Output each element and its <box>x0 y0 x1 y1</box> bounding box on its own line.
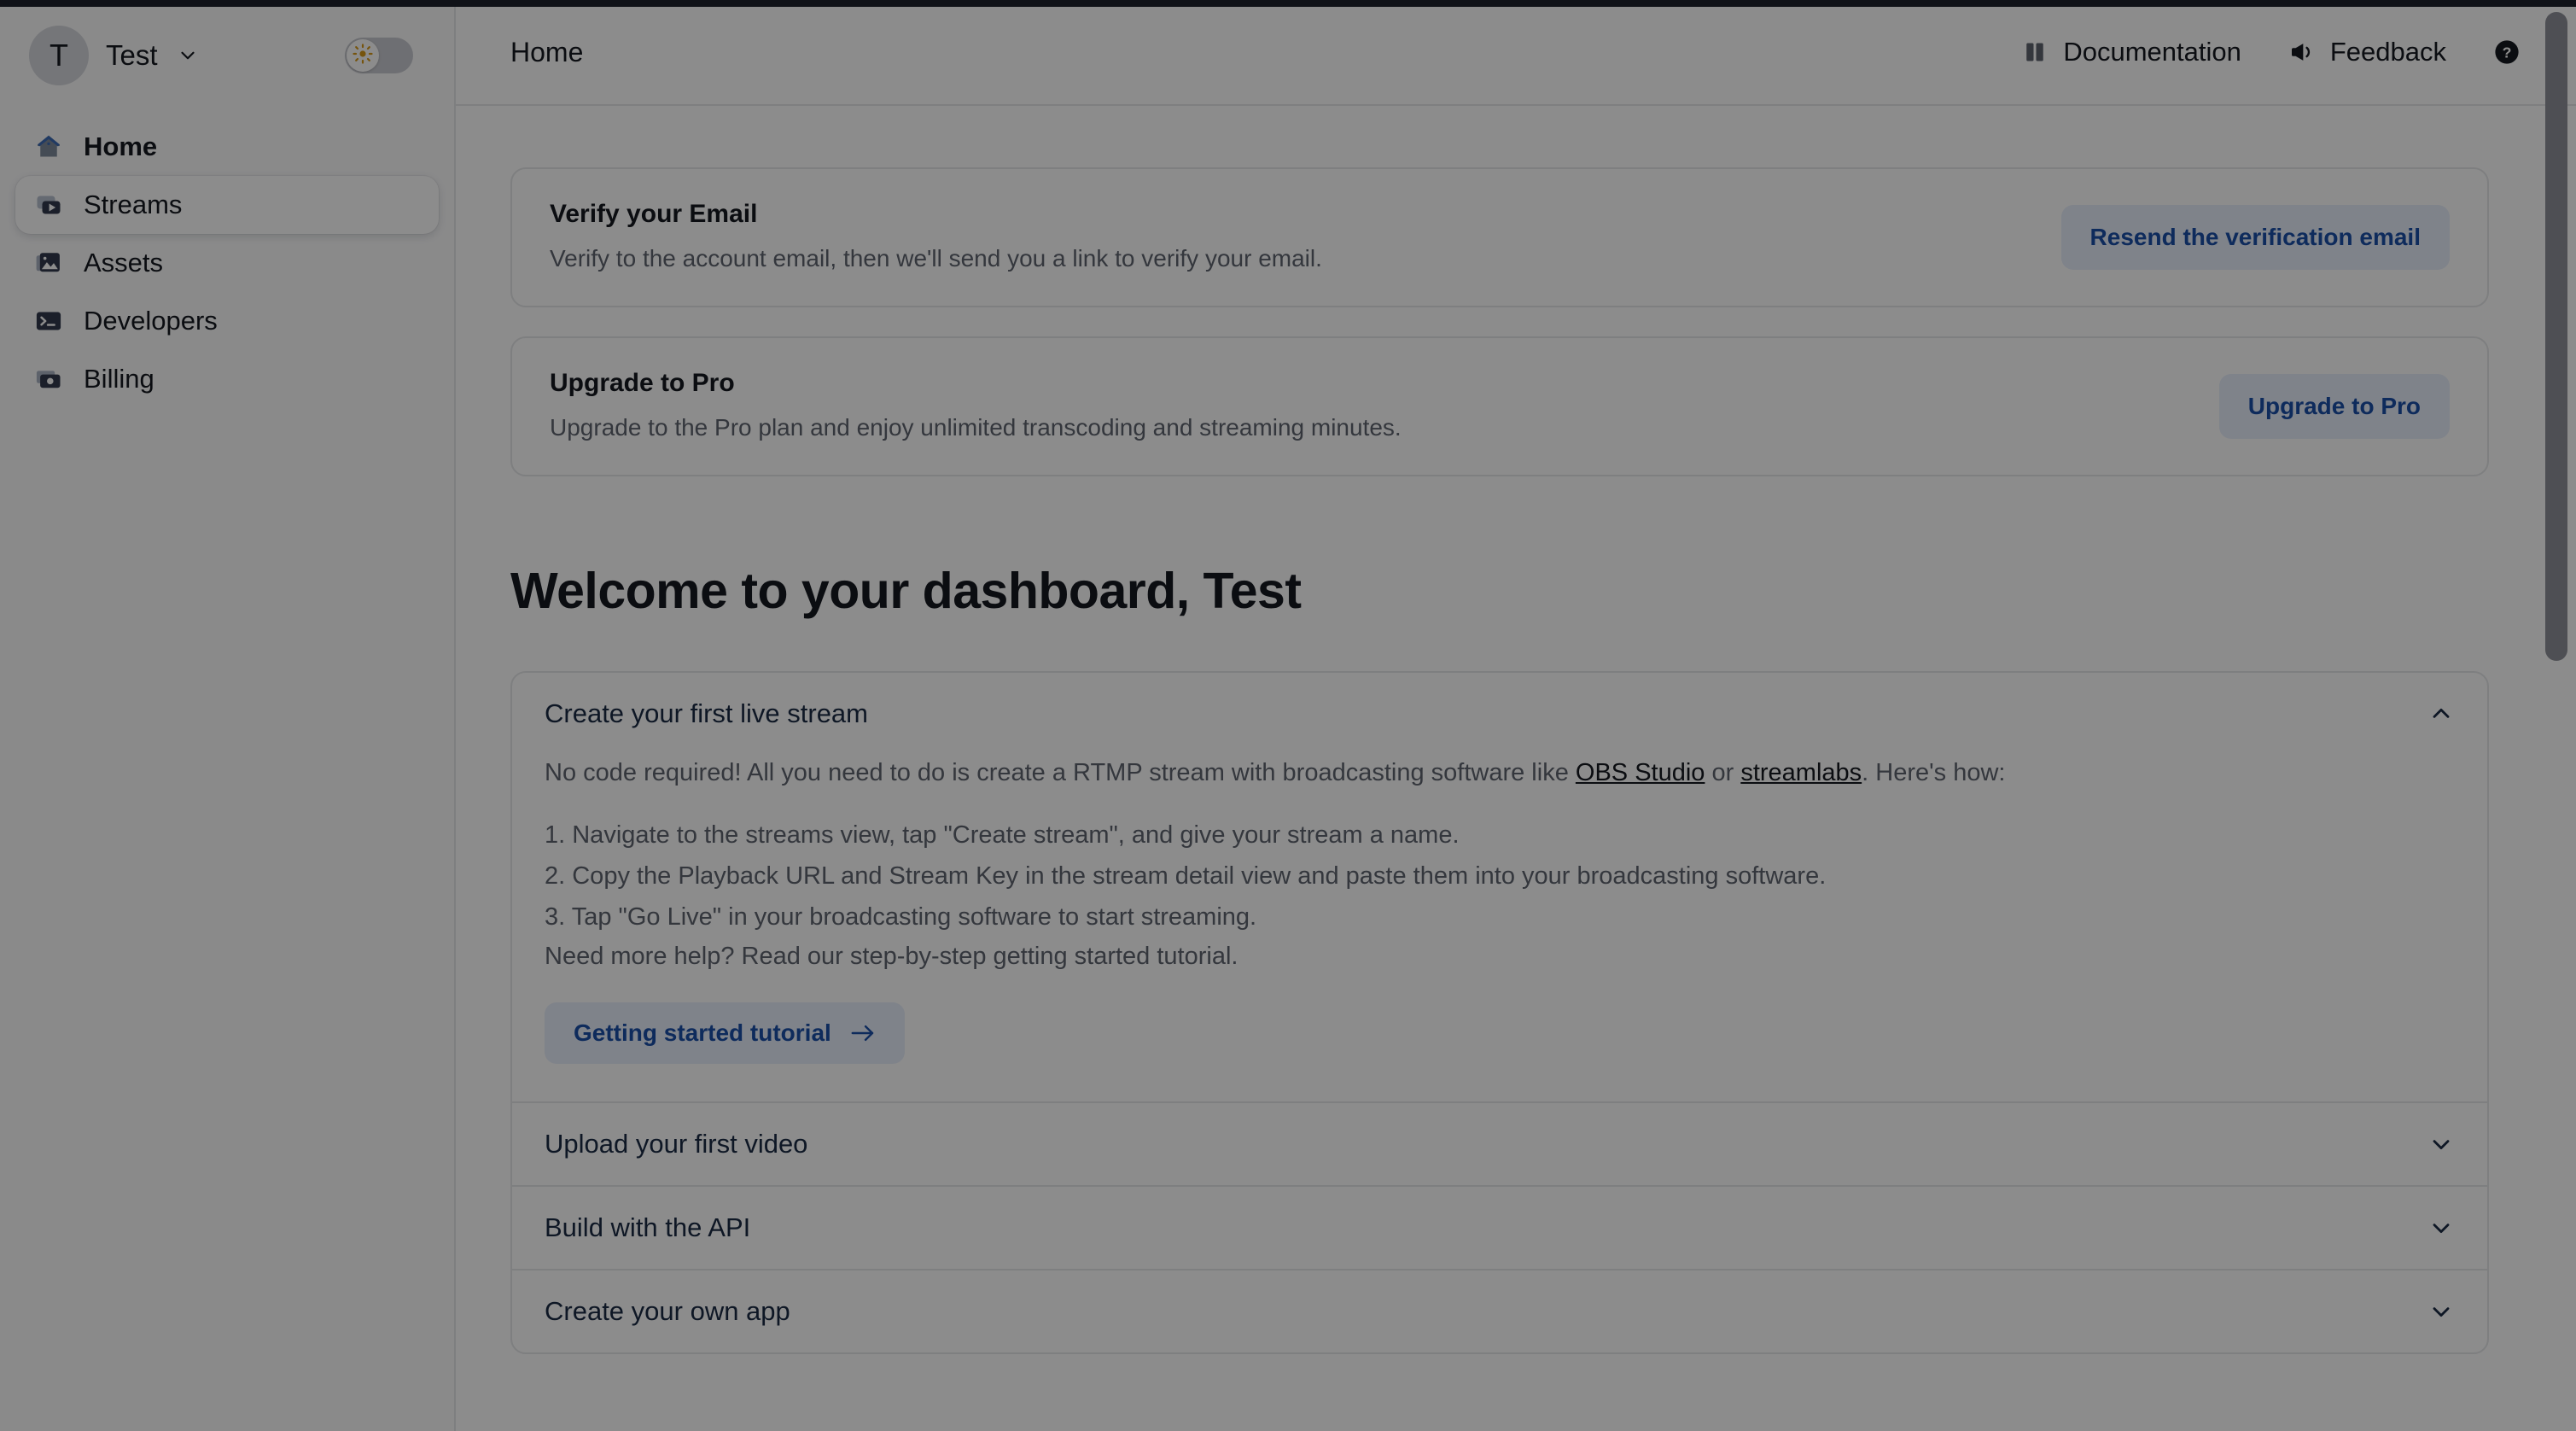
arrow-right-icon <box>850 1024 876 1043</box>
getting-started-tutorial-button[interactable]: Getting started tutorial <box>545 1002 905 1065</box>
help-line: Need more help? Read our step-by-step ge… <box>545 942 1238 970</box>
feedback-button[interactable]: Feedback <box>2288 37 2446 67</box>
accordion-title: Build with the API <box>545 1212 751 1243</box>
verify-email-banner: Verify your Email Verify to the account … <box>510 167 2489 307</box>
avatar: T <box>29 26 89 85</box>
sidebar: T Test Home Streams Assets Developers Bi… <box>0 0 456 1431</box>
scrollbar-thumb[interactable] <box>2545 12 2567 661</box>
org-switcher[interactable]: T Test <box>0 0 454 111</box>
application-root: T Test Home Streams Assets Developers Bi… <box>0 0 2576 1431</box>
accordion-body: No code required! All you need to do is … <box>512 755 2487 1102</box>
sidebar-item-home[interactable]: Home <box>15 118 439 176</box>
intro-pre: No code required! All you need to do is … <box>545 758 1576 786</box>
accordion-section-create-live-stream: Create your first live stream No code re… <box>512 673 2487 1102</box>
accordion-header[interactable]: Create your first live stream <box>512 673 2487 755</box>
browser-top-strip <box>0 0 2576 7</box>
sidebar-item-label: Developers <box>84 306 218 336</box>
megaphone-icon <box>2288 38 2317 67</box>
topbar-actions: Documentation Feedback ? <box>2020 37 2521 67</box>
billing-icon <box>32 363 65 395</box>
accordion-title: Create your own app <box>545 1296 790 1327</box>
sidebar-item-developers[interactable]: Developers <box>15 292 439 350</box>
sidebar-item-label: Billing <box>84 364 154 394</box>
intro-mid: or <box>1705 758 1741 786</box>
chevron-down-icon[interactable] <box>2427 1298 2455 1325</box>
page-content: Verify your Email Verify to the account … <box>456 106 2576 1431</box>
documentation-button[interactable]: Documentation <box>2020 37 2241 67</box>
streamlabs-link[interactable]: streamlabs <box>1740 759 1862 786</box>
step-item: 2. Copy the Playback URL and Stream Key … <box>545 862 1827 890</box>
accordion-header[interactable]: Upload your first video <box>512 1103 2487 1185</box>
help-button[interactable]: ? <box>2492 38 2521 67</box>
upgrade-to-pro-button[interactable]: Upgrade to Pro <box>2218 373 2450 439</box>
sidebar-item-label: Home <box>84 131 158 161</box>
theme-toggle[interactable] <box>345 38 413 73</box>
accordion-section-create-own-app: Create your own app <box>512 1269 2487 1352</box>
assets-icon <box>32 247 65 279</box>
accordion-intro: No code required! All you need to do is … <box>545 755 2455 792</box>
sun-icon <box>353 43 373 68</box>
getting-started-tutorial-label: Getting started tutorial <box>574 1019 831 1047</box>
vertical-scrollbar[interactable] <box>2545 0 2567 1431</box>
chevron-down-icon[interactable] <box>2427 1130 2455 1158</box>
breadcrumb: Home <box>510 36 584 67</box>
chevron-down-icon <box>177 44 199 67</box>
chevron-down-icon[interactable] <box>2427 1214 2455 1241</box>
documentation-label: Documentation <box>2063 37 2241 67</box>
accordion-title: Upload your first video <box>545 1129 808 1159</box>
org-name: Test <box>106 39 158 71</box>
stream-icon <box>32 189 65 221</box>
terminal-icon <box>32 305 65 337</box>
chevron-up-icon[interactable] <box>2427 700 2455 727</box>
page-title: Welcome to your dashboard, Test <box>510 562 1302 619</box>
sidebar-item-streams[interactable]: Streams <box>15 176 439 234</box>
banner-title: Verify your Email <box>550 200 758 228</box>
sidebar-item-label: Assets <box>84 248 164 277</box>
sidebar-item-billing[interactable]: Billing <box>15 350 439 408</box>
feedback-label: Feedback <box>2329 37 2446 67</box>
sidebar-item-label: Streams <box>84 190 183 219</box>
book-icon <box>2020 38 2049 67</box>
steps-list: 1. Navigate to the streams view, tap "Cr… <box>545 815 2455 938</box>
svg-text:?: ? <box>2503 44 2512 61</box>
banner-subtitle: Upgrade to the Pro plan and enjoy unlimi… <box>550 413 1402 441</box>
onboarding-accordion: Create your first live stream No code re… <box>510 670 2489 1355</box>
resend-verification-email-button[interactable]: Resend the verification email <box>2060 204 2450 270</box>
help-circle-icon: ? <box>2492 38 2521 67</box>
accordion-section-upload-video: Upload your first video <box>512 1101 2487 1185</box>
main-area: Home Documentation Feedback ? Verify you… <box>456 0 2576 1431</box>
step-item: 3. Tap "Go Live" in your broadcasting so… <box>545 902 1257 931</box>
content-column: Verify your Email Verify to the account … <box>510 167 2489 1431</box>
banner-subtitle: Verify to the account email, then we'll … <box>550 245 1322 272</box>
banner-text: Upgrade to Pro Upgrade to the Pro plan a… <box>550 369 2219 444</box>
accordion-title: Create your first live stream <box>545 698 868 728</box>
banner-text: Verify your Email Verify to the account … <box>550 200 2061 275</box>
theme-toggle-knob <box>347 39 379 72</box>
obs-studio-link[interactable]: OBS Studio <box>1576 759 1705 786</box>
accordion-section-build-with-api: Build with the API <box>512 1185 2487 1269</box>
banner-title: Upgrade to Pro <box>550 368 735 397</box>
accordion-header[interactable]: Create your own app <box>512 1270 2487 1352</box>
sidebar-item-assets[interactable]: Assets <box>15 234 439 292</box>
accordion-header[interactable]: Build with the API <box>512 1187 2487 1269</box>
sidebar-nav: Home Streams Assets Developers Billing <box>0 111 454 408</box>
topbar: Home Documentation Feedback ? <box>456 0 2576 106</box>
home-icon <box>32 131 65 163</box>
upgrade-to-pro-banner: Upgrade to Pro Upgrade to the Pro plan a… <box>510 336 2489 476</box>
step-item: 1. Navigate to the streams view, tap "Cr… <box>545 821 1460 850</box>
intro-post: . Here's how: <box>1862 758 2006 786</box>
